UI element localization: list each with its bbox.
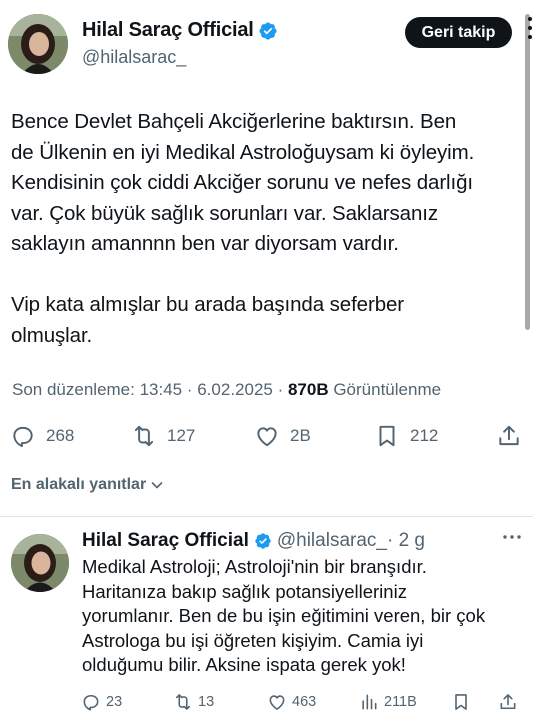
reply-icon — [13, 426, 33, 448]
repost-button[interactable]: 127 — [131, 420, 195, 452]
more-icon[interactable] — [502, 533, 522, 541]
reply-author-avatar[interactable] — [11, 534, 69, 592]
reply-action-bar: 23 13 463 211B — [0, 690, 533, 714]
like-button[interactable]: 2B — [254, 420, 311, 452]
repost-icon — [175, 694, 191, 710]
tweet-meta: Son düzenleme: 13:45 · 6.02.2025 · 870B … — [12, 380, 441, 400]
share-button[interactable] — [496, 420, 522, 452]
replies-sort-label: En alakalı yanıtlar — [11, 476, 147, 493]
views-count: 870B — [287, 380, 329, 399]
repost-icon — [134, 425, 154, 447]
bookmark-button[interactable]: 212 — [374, 420, 438, 452]
reply-repost-count: 13 — [198, 694, 215, 710]
tweet-header: Hilal Saraç Official @hilalsarac_ Geri t… — [0, 0, 533, 90]
bookmark-icon — [379, 425, 395, 447]
reply-header: Hilal Saraç Official @hilalsarac_ · 2 g — [82, 530, 425, 552]
reply-count: 268 — [46, 426, 75, 445]
reply-reply-button[interactable]: 23 — [81, 690, 122, 714]
reply-share-button[interactable] — [498, 690, 518, 714]
reply-timestamp[interactable]: · 2 g — [387, 530, 425, 552]
share-icon — [499, 425, 519, 446]
replies-sort-dropdown[interactable]: En alakalı yanıtlar — [11, 476, 165, 494]
reply-views-count: 211B — [384, 694, 417, 710]
like-count: 2B — [290, 426, 311, 445]
share-icon — [500, 694, 516, 710]
more-icon[interactable] — [520, 13, 533, 43]
reply-views-button[interactable]: 211B — [359, 690, 417, 714]
reply-repost-button[interactable]: 13 — [173, 690, 214, 714]
views-bar-icon — [362, 694, 377, 710]
tweet-text: Bence Devlet Bahçeli Akciğerlerine baktı… — [11, 110, 475, 347]
reply-button[interactable]: 268 — [10, 420, 74, 452]
repost-count: 127 — [167, 426, 196, 445]
reply-text: Medikal Astroloji; Astroloji'nin bir bra… — [82, 556, 486, 675]
bookmark-count: 212 — [410, 426, 439, 445]
verified-badge-icon — [259, 22, 277, 40]
tweet-action-bar: 268 127 2B 212 — [0, 420, 533, 452]
heart-icon — [257, 427, 277, 447]
reply-author-name[interactable]: Hilal Saraç Official — [82, 530, 249, 552]
author-name[interactable]: Hilal Saraç Official — [82, 19, 254, 42]
bookmark-icon — [455, 694, 467, 710]
follow-back-button[interactable]: Geri takip — [405, 17, 512, 48]
reply-like-count: 463 — [292, 694, 317, 710]
reply-like-button[interactable]: 463 — [267, 690, 316, 714]
reply-icon — [83, 694, 99, 711]
reply-bookmark-button[interactable] — [451, 690, 471, 714]
heart-icon — [269, 695, 285, 710]
author-handle[interactable]: @hilalsarac_ — [82, 47, 186, 68]
author-avatar[interactable] — [8, 14, 68, 74]
reply-reply-count: 23 — [106, 694, 123, 710]
chevron-down-icon — [151, 482, 163, 489]
edited-timestamp[interactable]: Son düzenleme: 13:45 · 6.02.2025 · — [12, 380, 288, 399]
reply-author-handle[interactable]: @hilalsarac_ — [277, 530, 387, 552]
reply-tweet[interactable]: Hilal Saraç Official @hilalsarac_ · 2 g … — [0, 517, 533, 725]
verified-badge-icon — [255, 533, 271, 549]
views-label: Görüntülenme — [328, 380, 442, 399]
